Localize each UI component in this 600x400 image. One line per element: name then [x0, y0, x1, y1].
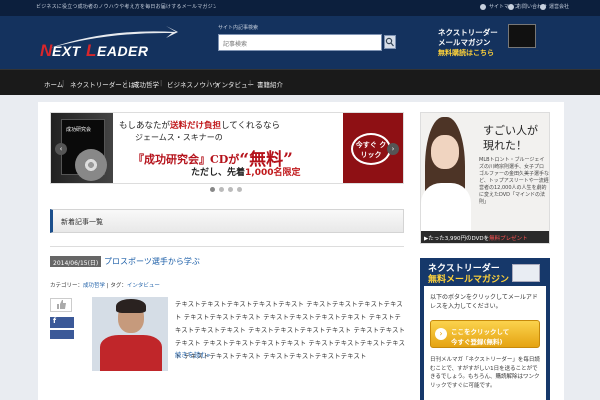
- section-heading: 新着記事一覧: [50, 209, 404, 233]
- slider-next-icon[interactable]: ›: [387, 143, 399, 155]
- nav-item-knowhow[interactable]: ビジネスノウハウ: [167, 79, 219, 89]
- nav-separator: |: [125, 79, 128, 87]
- slider-line1-a: もしあなたが: [119, 121, 171, 131]
- thumbs-up-icon: [57, 300, 66, 309]
- slider-line4-a: ただし、先着: [191, 168, 246, 178]
- sitemap-icon: [480, 3, 486, 10]
- woman-face: [431, 135, 459, 169]
- mail-icon: [508, 3, 514, 10]
- sidebar-dvd-ad[interactable]: すごい人が 現れた！ MLBトロント・ブルージェイズの川崎宗則選手、女子プロゴル…: [420, 112, 550, 244]
- search-icon: [385, 37, 394, 47]
- nav-item-about[interactable]: ネクストリーダーとは？: [70, 79, 141, 89]
- facebook-share-button[interactable]: f: [50, 317, 74, 328]
- woman-body: [421, 183, 471, 233]
- ad-bottom-bar: ▶たった3,990円のDVDを無料プレゼント: [421, 231, 549, 243]
- mailmag-title-line2: 無料メールマガジン: [428, 275, 510, 285]
- ad-headline: すごい人が 現れた！: [483, 124, 538, 152]
- meta-separator: | タグ：: [105, 283, 127, 289]
- laptop-screen-image: [508, 24, 536, 48]
- post-date: 2014/06/15(日): [50, 256, 102, 267]
- read-more-link[interactable]: 続きを読む»: [175, 350, 210, 359]
- nav-separator: |: [249, 79, 252, 87]
- post-thumbnail[interactable]: [92, 297, 168, 371]
- nav-separator: |: [62, 79, 65, 87]
- top-bar: ビジネスに役立つ成功者のノウハウや考え方を毎日お届けするメールマガジン「ネクスト…: [0, 0, 600, 16]
- subscribe-line1: ここをクリックして: [451, 328, 510, 336]
- building-icon: [540, 3, 546, 10]
- nav-separator: |: [207, 79, 210, 87]
- mailmag-header-banner[interactable]: ネクストリーダー メールマガジン 無料購読はこちら: [430, 22, 538, 62]
- divider: [50, 246, 404, 247]
- share-count-button[interactable]: [50, 330, 74, 339]
- book-title: 成功研究会: [66, 127, 92, 133]
- mailmag-title-line1: ネクストリーダー: [428, 264, 500, 274]
- global-nav: ホーム | ネクストリーダーとは？ | 成功哲学 | ビジネスノウハウ | イン…: [0, 69, 600, 95]
- slider-line4: ただし、先着1,000名限定: [191, 165, 300, 178]
- post-meta: カテゴリー：成功哲学 | タグ：インタビュー: [50, 281, 160, 289]
- mailmag-description: 以下のボタンをクリックしてメールアドレスを入力してください。: [430, 294, 538, 310]
- site-header: N EXT L EADER サイト内記事検索 記事検索 ネクストリーダー メール…: [0, 16, 600, 69]
- mm-banner-line2: メールマガジン: [438, 38, 491, 47]
- person-hair: [116, 299, 146, 313]
- section-title: 新着記事一覧: [61, 218, 103, 226]
- mailmag-note: 日刊メルマガ「ネクストリーダー」を毎日読むことで、すがすがしい1日を送ることがで…: [430, 357, 540, 389]
- nav-item-philosophy[interactable]: 成功哲学: [133, 79, 159, 89]
- svg-text:EADER: EADER: [97, 43, 149, 59]
- slider-prev-icon[interactable]: ‹: [55, 143, 67, 155]
- slider-line1-b: 送料だけ負担: [170, 121, 222, 131]
- nav-item-home[interactable]: ホーム: [44, 79, 63, 89]
- site-tagline: ビジネスに役立つ成功者のノウハウや考え方を毎日お届けするメールマガジン「ネクスト…: [36, 4, 216, 10]
- category-link[interactable]: 成功哲学: [83, 283, 105, 289]
- mailmag-widget-title: ネクストリーダー 無料メールマガジン: [428, 264, 509, 286]
- nextleader-logo[interactable]: N EXT L EADER: [38, 26, 178, 60]
- svg-text:L: L: [86, 41, 96, 60]
- slider-dot[interactable]: [219, 187, 224, 192]
- slider-limit: 1,000名限定: [245, 168, 301, 178]
- util-link-label: 運営会社: [549, 4, 570, 10]
- meta-prefix: カテゴリー：: [50, 283, 84, 289]
- slider-dot[interactable]: [237, 187, 242, 192]
- slider-line1: もしあなたが送料だけ負担してくれるなら: [119, 119, 280, 131]
- envelope-icon: [512, 264, 540, 282]
- svg-text:EXT: EXT: [52, 43, 82, 59]
- slider-dot[interactable]: [210, 187, 215, 192]
- tag-link[interactable]: インタビュー: [127, 283, 160, 289]
- nav-item-books[interactable]: 書籍紹介: [257, 79, 283, 89]
- slider-dot[interactable]: [228, 187, 233, 192]
- promo-slider[interactable]: 成功研究会 ‹ もしあなたが送料だけ負担してくれるなら ジェームス・スキナーの …: [50, 112, 404, 184]
- slider-dots: [210, 187, 242, 192]
- person-shirt: [100, 335, 162, 371]
- search-button[interactable]: [384, 35, 396, 49]
- slider-cta-button[interactable]: 今すぐ クリック: [351, 133, 391, 165]
- arrow-right-icon: ›: [435, 328, 447, 340]
- ad-bar-text: ▶たった3,990円のDVDを: [424, 236, 490, 242]
- mailmag-subscribe-button[interactable]: › ここをクリックして 今すぐ登録(無料): [430, 320, 540, 348]
- search-label: サイト内記事検索: [218, 25, 259, 31]
- cd-image: [75, 149, 107, 181]
- subscribe-line2: 今すぐ登録(無料): [451, 338, 503, 346]
- post-title-link[interactable]: プロスポーツ選手から学ぶ: [104, 256, 200, 267]
- slider-line2: ジェームス・スキナーの: [135, 133, 223, 142]
- slider-line1-c: してくれるなら: [221, 121, 281, 131]
- util-link-company[interactable]: 運営会社: [540, 3, 569, 10]
- ad-bar-highlight: 無料プレゼント: [489, 236, 528, 242]
- like-button[interactable]: [50, 298, 72, 312]
- ad-body-text: MLBトロント・ブルージェイズの川崎宗則選手、女子プロゴルファーの金田久美子選手…: [479, 157, 550, 205]
- nav-separator: |: [160, 79, 163, 87]
- mm-banner-line3: 無料購読はこちら: [438, 49, 494, 57]
- search-input[interactable]: 記事検索: [218, 34, 382, 51]
